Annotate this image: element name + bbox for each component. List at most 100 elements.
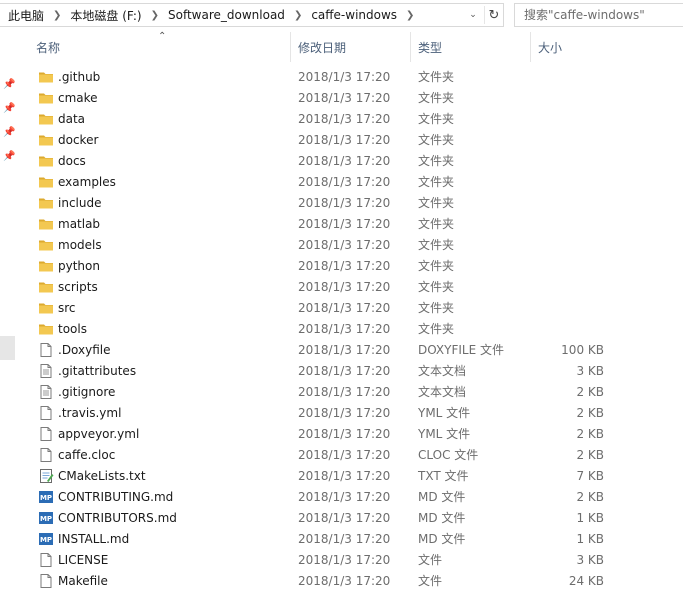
file-type: 文件: [418, 574, 443, 588]
file-row[interactable]: Makefile 2018/1/3 17:20 文件 24 KB: [28, 571, 683, 592]
breadcrumb-this-pc[interactable]: 此电脑: [8, 7, 44, 24]
file-size: [538, 151, 604, 172]
file-row[interactable]: .github 2018/1/3 17:20 文件夹: [28, 67, 683, 88]
chevron-down-icon[interactable]: ⌄: [466, 7, 480, 23]
file-type: CLOC 文件: [418, 448, 479, 462]
file-date: 2018/1/3 17:20: [298, 553, 391, 567]
file-row[interactable]: appveyor.yml 2018/1/3 17:20 YML 文件 2 KB: [28, 424, 683, 445]
file-date: 2018/1/3 17:20: [298, 385, 391, 399]
file-row[interactable]: matlab 2018/1/3 17:20 文件夹: [28, 214, 683, 235]
nav-scrollbar[interactable]: [0, 336, 15, 360]
chevron-right-icon[interactable]: ❯: [406, 10, 414, 21]
pin-icon[interactable]: 📌: [3, 151, 15, 162]
pin-icon[interactable]: 📌: [3, 103, 15, 114]
breadcrumb[interactable]: 此电脑 ❯ 本地磁盘 (F:) ❯ Software_download ❯ ca…: [0, 3, 504, 27]
search-input[interactable]: [514, 3, 683, 27]
file-type: YML 文件: [418, 427, 471, 441]
file-type: MD 文件: [418, 490, 466, 504]
file-name: docker: [58, 133, 99, 147]
file-row[interactable]: LICENSE 2018/1/3 17:20 文件 3 KB: [28, 550, 683, 571]
column-header-date[interactable]: 修改日期: [290, 32, 411, 62]
file-name: tools: [58, 322, 87, 336]
file-size: 2 KB: [576, 490, 604, 504]
file-date: 2018/1/3 17:20: [298, 364, 391, 378]
column-header-type[interactable]: 类型: [410, 32, 531, 62]
folder-icon: [38, 258, 54, 274]
file-date: 2018/1/3 17:20: [298, 343, 391, 357]
file-date: 2018/1/3 17:20: [298, 490, 391, 504]
folder-icon: [38, 195, 54, 211]
file-name: python: [58, 259, 100, 273]
chevron-right-icon[interactable]: ❯: [151, 10, 159, 21]
file-row[interactable]: MP INSTALL.md 2018/1/3 17:20 MD 文件 1 KB: [28, 529, 683, 550]
file-row[interactable]: tools 2018/1/3 17:20 文件夹: [28, 319, 683, 340]
file-name: .github: [58, 70, 101, 84]
file-row[interactable]: cmake 2018/1/3 17:20 文件夹: [28, 88, 683, 109]
file-row[interactable]: caffe.cloc 2018/1/3 17:20 CLOC 文件 2 KB: [28, 445, 683, 466]
file-row[interactable]: python 2018/1/3 17:20 文件夹: [28, 256, 683, 277]
file-row[interactable]: MP CONTRIBUTORS.md 2018/1/3 17:20 MD 文件 1 KB: [28, 508, 683, 529]
file-type: 文件夹: [418, 91, 455, 105]
column-header-name[interactable]: 名称 ⌃: [28, 31, 291, 62]
file-size: [538, 109, 604, 130]
markdown-icon: MP: [38, 531, 54, 547]
chevron-right-icon[interactable]: ❯: [53, 10, 61, 21]
file-size: 1 KB: [576, 532, 604, 546]
file-row[interactable]: data 2018/1/3 17:20 文件夹: [28, 109, 683, 130]
folder-icon: [38, 321, 54, 337]
file-row[interactable]: models 2018/1/3 17:20 文件夹: [28, 235, 683, 256]
column-header-size-label: 大小: [538, 40, 563, 55]
file-row[interactable]: examples 2018/1/3 17:20 文件夹: [28, 172, 683, 193]
file-row[interactable]: scripts 2018/1/3 17:20 文件夹: [28, 277, 683, 298]
file-row[interactable]: .travis.yml 2018/1/3 17:20 YML 文件 2 KB: [28, 403, 683, 424]
file-type: YML 文件: [418, 406, 471, 420]
file-name: CMakeLists.txt: [58, 469, 146, 483]
file-name: matlab: [58, 217, 101, 231]
column-header-type-label: 类型: [418, 40, 443, 55]
file-name: LICENSE: [58, 553, 109, 567]
file-name: include: [58, 196, 102, 210]
file-name: examples: [58, 175, 116, 189]
file-size: [538, 193, 604, 214]
file-row[interactable]: .gitattributes 2018/1/3 17:20 文本文档 3 KB: [28, 361, 683, 382]
refresh-icon[interactable]: ↻: [484, 6, 503, 24]
file-date: 2018/1/3 17:20: [298, 511, 391, 525]
file-row[interactable]: docker 2018/1/3 17:20 文件夹: [28, 130, 683, 151]
file-type: 文件夹: [418, 280, 455, 294]
file-size: [538, 172, 604, 193]
breadcrumb-drive-f[interactable]: 本地磁盘 (F:): [70, 7, 141, 24]
file-row[interactable]: include 2018/1/3 17:20 文件夹: [28, 193, 683, 214]
svg-text:MP: MP: [40, 515, 52, 523]
file-date: 2018/1/3 17:20: [298, 238, 391, 252]
file-size: 100 KB: [561, 343, 604, 357]
column-header-date-label: 修改日期: [298, 40, 347, 55]
column-headers: 名称 ⌃ 修改日期 类型 大小: [28, 31, 683, 62]
chevron-right-icon[interactable]: ❯: [294, 10, 302, 21]
file-type: 文件夹: [418, 301, 455, 315]
file-date: 2018/1/3 17:20: [298, 217, 391, 231]
file-row[interactable]: MP CONTRIBUTING.md 2018/1/3 17:20 MD 文件 2 KB: [28, 487, 683, 508]
folder-icon: [38, 216, 54, 232]
pin-icon[interactable]: 📌: [3, 79, 15, 90]
folder-icon: [38, 300, 54, 316]
file-row[interactable]: CMakeLists.txt 2018/1/3 17:20 TXT 文件 7 KB: [28, 466, 683, 487]
breadcrumb-software-download[interactable]: Software_download: [168, 8, 285, 22]
file-type: 文件夹: [418, 154, 455, 168]
file-type: TXT 文件: [418, 469, 469, 483]
file-row[interactable]: .gitignore 2018/1/3 17:20 文本文档 2 KB: [28, 382, 683, 403]
folder-icon: [38, 153, 54, 169]
file-date: 2018/1/3 17:20: [298, 448, 391, 462]
pin-icon[interactable]: 📌: [3, 127, 15, 138]
file-row[interactable]: src 2018/1/3 17:20 文件夹: [28, 298, 683, 319]
file-name: caffe.cloc: [58, 448, 116, 462]
file-row[interactable]: .Doxyfile 2018/1/3 17:20 DOXYFILE 文件 100 KB: [28, 340, 683, 361]
column-header-size[interactable]: 大小: [530, 32, 630, 62]
file-type: 文件夹: [418, 112, 455, 126]
file-row[interactable]: docs 2018/1/3 17:20 文件夹: [28, 151, 683, 172]
breadcrumb-caffe-windows[interactable]: caffe-windows: [311, 8, 397, 22]
file-date: 2018/1/3 17:20: [298, 406, 391, 420]
file-type: 文件夹: [418, 217, 455, 231]
file-size: [538, 67, 604, 88]
file-name: .gitignore: [58, 385, 116, 399]
file-size: 1 KB: [576, 511, 604, 525]
